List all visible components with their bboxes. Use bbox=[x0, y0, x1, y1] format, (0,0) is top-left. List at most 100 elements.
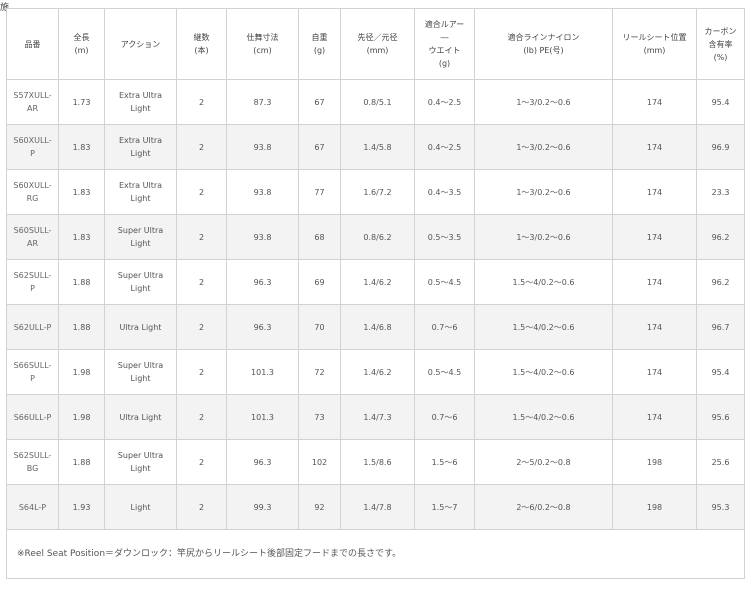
cell-lure: 1.5〜7 bbox=[414, 484, 475, 530]
cell-line: 1.5〜4/0.2〜0.6 bbox=[474, 349, 613, 395]
header-weight: 自重 (g) bbox=[298, 8, 341, 80]
cell-lure: 0.4〜2.5 bbox=[414, 124, 475, 170]
cell-seat: 174 bbox=[612, 394, 697, 440]
cell-lure: 0.5〜4.5 bbox=[414, 259, 475, 305]
cell-lure: 0.7〜6 bbox=[414, 394, 475, 440]
cell-lure: 0.5〜4.5 bbox=[414, 349, 475, 395]
header-pieces: 継数 (本) bbox=[176, 8, 227, 80]
cell-model: S62ULL-P bbox=[6, 304, 59, 350]
cell-seat: 174 bbox=[612, 79, 697, 125]
header-line-label: 適合ラインナイロン (lb) PE(号) bbox=[507, 33, 580, 55]
cell-closed: 96.3 bbox=[226, 439, 299, 485]
cell-action: Extra Ultra Light bbox=[104, 79, 177, 125]
cell-action: Light bbox=[104, 484, 177, 530]
cell-lure: 0.5〜3.5 bbox=[414, 214, 475, 260]
cell-weight: 67 bbox=[298, 124, 341, 170]
cell-closed: 93.8 bbox=[226, 214, 299, 260]
cell-model: S62SULL- BG bbox=[6, 439, 59, 485]
cell-seat: 198 bbox=[612, 439, 697, 485]
cell-length: 1.98 bbox=[58, 349, 105, 395]
table-row: S60XULL- P 1.83 Extra Ultra Light 2 93.8 67 1.… bbox=[6, 124, 745, 170]
cell-closed: 93.8 bbox=[226, 169, 299, 215]
header-diameter: 先径／元径 (mm) bbox=[340, 8, 415, 80]
cell-action: Super Ultra Light bbox=[104, 259, 177, 305]
table-row: S62ULL-P 1.88 Ultra Light 2 96.3 70 1.4/6.8 0.7… bbox=[6, 304, 745, 350]
cell-pieces: 2 bbox=[176, 394, 227, 440]
cell-length: 1.83 bbox=[58, 214, 105, 260]
table-row: S60XULL- RG 1.83 Extra Ultra Light 2 93.8 77 1… bbox=[6, 169, 745, 215]
cell-weight: 69 bbox=[298, 259, 341, 305]
header-line: 適合ラインナイロン (lb) PE(号) bbox=[474, 8, 613, 80]
cell-diameter: 1.5/8.6 bbox=[340, 439, 415, 485]
cell-closed: 99.3 bbox=[226, 484, 299, 530]
cell-model: S57XULL- AR bbox=[6, 79, 59, 125]
header-carbon: カーボン 含有率 (%) bbox=[696, 8, 745, 80]
cell-length: 1.83 bbox=[58, 124, 105, 170]
cell-weight: 102 bbox=[298, 439, 341, 485]
cell-length: 1.88 bbox=[58, 439, 105, 485]
header-pieces-label: 継数 (本) bbox=[193, 33, 210, 55]
header-reel-seat: リールシート位置 (mm) bbox=[612, 8, 697, 80]
cell-line: 1〜3/0.2〜0.6 bbox=[474, 124, 613, 170]
header-lure-weight: 適合ルアー ― ウエイト (g) bbox=[414, 8, 475, 80]
cell-length: 1.73 bbox=[58, 79, 105, 125]
cell-pieces: 2 bbox=[176, 349, 227, 395]
cell-carbon: 25.6 bbox=[696, 439, 745, 485]
cell-length: 1.88 bbox=[58, 304, 105, 350]
cell-diameter: 0.8/5.1 bbox=[340, 79, 415, 125]
header-weight-label: 自重 (g) bbox=[311, 33, 328, 55]
cell-seat: 174 bbox=[612, 124, 697, 170]
header-model-label: 品番 bbox=[24, 39, 41, 49]
cell-weight: 92 bbox=[298, 484, 341, 530]
cell-diameter: 1.4/7.8 bbox=[340, 484, 415, 530]
cell-diameter: 1.4/6.8 bbox=[340, 304, 415, 350]
cell-model: S66ULL-P bbox=[6, 394, 59, 440]
cell-seat: 174 bbox=[612, 169, 697, 215]
cell-action: Super Ultra Light bbox=[104, 214, 177, 260]
header-diameter-label: 先径／元径 (mm) bbox=[357, 33, 398, 55]
cell-pieces: 2 bbox=[176, 169, 227, 215]
cell-action: Extra Ultra Light bbox=[104, 169, 177, 215]
cell-pieces: 2 bbox=[176, 124, 227, 170]
cell-weight: 70 bbox=[298, 304, 341, 350]
cell-action: Extra Ultra Light bbox=[104, 124, 177, 170]
cell-carbon: 95.4 bbox=[696, 349, 745, 395]
cell-carbon: 96.2 bbox=[696, 259, 745, 305]
cell-model: S60XULL- P bbox=[6, 124, 59, 170]
cell-length: 1.98 bbox=[58, 394, 105, 440]
table-row: S62SULL- BG 1.88 Super Ultra Light 2 96.3 102… bbox=[6, 439, 745, 485]
cell-line: 1〜3/0.2〜0.6 bbox=[474, 169, 613, 215]
cell-line: 2〜5/0.2〜0.8 bbox=[474, 439, 613, 485]
cell-line: 1.5〜4/0.2〜0.6 bbox=[474, 304, 613, 350]
cell-closed: 87.3 bbox=[226, 79, 299, 125]
table-row: S66ULL-P 1.98 Ultra Light 2 101.3 73 1.4/7.3 0.… bbox=[6, 394, 745, 440]
cell-model: S66SULL- P bbox=[6, 349, 59, 395]
cell-model: S64L-P bbox=[6, 484, 59, 530]
header-closed-length-label: 仕舞寸法 (cm) bbox=[246, 33, 279, 55]
cell-action: Super Ultra Light bbox=[104, 439, 177, 485]
cell-seat: 174 bbox=[612, 259, 697, 305]
cell-line: 1.5〜4/0.2〜0.6 bbox=[474, 394, 613, 440]
cell-lure: 0.7〜6 bbox=[414, 304, 475, 350]
cell-weight: 77 bbox=[298, 169, 341, 215]
cell-diameter: 1.4/6.2 bbox=[340, 349, 415, 395]
cell-pieces: 2 bbox=[176, 214, 227, 260]
cell-lure: 0.4〜2.5 bbox=[414, 79, 475, 125]
cell-pieces: 2 bbox=[176, 259, 227, 305]
cell-carbon: 23.3 bbox=[696, 169, 745, 215]
cell-action: Ultra Light bbox=[104, 394, 177, 440]
spec-table: 品番 全長 (m) アクション 継数 (本) 仕舞寸法 (cm) 自重 (g) 先径／元径… bbox=[6, 8, 745, 579]
cell-line: 1.5〜4/0.2〜0.6 bbox=[474, 259, 613, 305]
cell-carbon: 95.3 bbox=[696, 484, 745, 530]
cell-diameter: 1.4/7.3 bbox=[340, 394, 415, 440]
cell-line: 1〜3/0.2〜0.6 bbox=[474, 79, 613, 125]
cell-diameter: 1.4/5.8 bbox=[340, 124, 415, 170]
cell-diameter: 1.6/7.2 bbox=[340, 169, 415, 215]
cell-seat: 174 bbox=[612, 214, 697, 260]
cell-line: 2〜6/0.2〜0.8 bbox=[474, 484, 613, 530]
cell-pieces: 2 bbox=[176, 79, 227, 125]
cell-line: 1〜3/0.2〜0.6 bbox=[474, 214, 613, 260]
cell-diameter: 1.4/6.2 bbox=[340, 259, 415, 305]
header-reel-seat-label: リールシート位置 (mm) bbox=[622, 33, 687, 55]
header-length-label: 全長 (m) bbox=[73, 33, 90, 55]
